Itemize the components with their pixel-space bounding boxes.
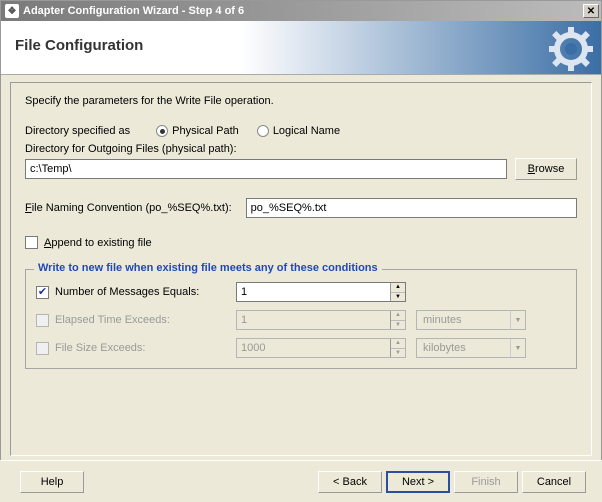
directory-spec-row: Directory specified as Physical Path Log…: [25, 125, 577, 137]
cond-row-filesize: File Size Exceeds: ▲▼ kilobytes ▼: [36, 338, 566, 358]
filesize-checkbox: [36, 342, 49, 355]
elapsed-label: Elapsed Time Exceeds:: [55, 314, 170, 326]
content-panel: Specify the parameters for the Write Fil…: [10, 82, 592, 456]
next-button[interactable]: Next >: [386, 471, 450, 493]
conditions-group-title: Write to new file when existing file mee…: [34, 262, 382, 274]
naming-convention-input[interactable]: [246, 198, 577, 218]
radio-label: Physical Path: [172, 125, 239, 137]
directory-spec-label: Directory specified as: [25, 125, 130, 137]
radio-physical-path[interactable]: Physical Path: [156, 125, 239, 137]
num-messages-spinner[interactable]: ▲▼: [236, 282, 406, 302]
num-messages-label: Number of Messages Equals:: [55, 286, 199, 298]
conditions-group: Write to new file when existing file mee…: [25, 269, 577, 369]
page-title: File Configuration: [15, 37, 143, 54]
cancel-button[interactable]: Cancel: [522, 471, 586, 493]
back-button[interactable]: < Back: [318, 471, 382, 493]
append-label: Append to existing file: [44, 237, 152, 249]
radio-icon: [156, 125, 168, 137]
radio-logical-name[interactable]: Logical Name: [257, 125, 340, 137]
banner: File Configuration: [1, 21, 601, 75]
browse-button[interactable]: Browse: [515, 158, 577, 180]
elapsed-unit-label: minutes: [423, 314, 462, 326]
elapsed-input: [237, 311, 390, 329]
finish-button: Finish: [454, 471, 518, 493]
elapsed-spinner: ▲▼: [236, 310, 406, 330]
num-messages-checkbox[interactable]: ✔: [36, 286, 49, 299]
num-messages-input[interactable]: [237, 283, 390, 301]
cond-row-num-messages: ✔ Number of Messages Equals: ▲▼: [36, 282, 566, 302]
outgoing-dir-input[interactable]: [25, 159, 507, 179]
chevron-down-icon: ▼: [510, 339, 525, 357]
close-button[interactable]: ✕: [583, 4, 599, 18]
elapsed-checkbox: [36, 314, 49, 327]
filesize-label: File Size Exceeds:: [55, 342, 145, 354]
footer: Help < Back Next > Finish Cancel: [0, 460, 602, 502]
spinner-buttons: ▲▼: [390, 339, 405, 357]
filesize-unit-combo: kilobytes ▼: [416, 338, 526, 358]
elapsed-unit-combo: minutes ▼: [416, 310, 526, 330]
filesize-unit-label: kilobytes: [423, 342, 466, 354]
window-title: Adapter Configuration Wizard - Step 4 of…: [23, 5, 583, 17]
spinner-buttons: ▲▼: [390, 311, 405, 329]
append-checkbox[interactable]: [25, 236, 38, 249]
help-button[interactable]: Help: [20, 471, 84, 493]
titlebar: ❖ Adapter Configuration Wizard - Step 4 …: [1, 1, 601, 21]
append-checkbox-row[interactable]: Append to existing file: [25, 236, 577, 249]
chevron-down-icon: ▼: [510, 311, 525, 329]
spinner-buttons[interactable]: ▲▼: [390, 283, 405, 301]
naming-convention-label: File Naming Convention (po_%SEQ%.txt):: [25, 202, 232, 214]
radio-label: Logical Name: [273, 125, 340, 137]
instruction-text: Specify the parameters for the Write Fil…: [25, 95, 577, 107]
filesize-spinner: ▲▼: [236, 338, 406, 358]
radio-icon: [257, 125, 269, 137]
directory-spec-radios: Physical Path Logical Name: [156, 125, 340, 137]
cond-row-elapsed: Elapsed Time Exceeds: ▲▼ minutes ▼: [36, 310, 566, 330]
gear-icon: [549, 27, 593, 71]
outgoing-dir-label: Directory for Outgoing Files (physical p…: [25, 143, 577, 155]
filesize-input: [237, 339, 390, 357]
app-icon: ❖: [5, 4, 19, 18]
